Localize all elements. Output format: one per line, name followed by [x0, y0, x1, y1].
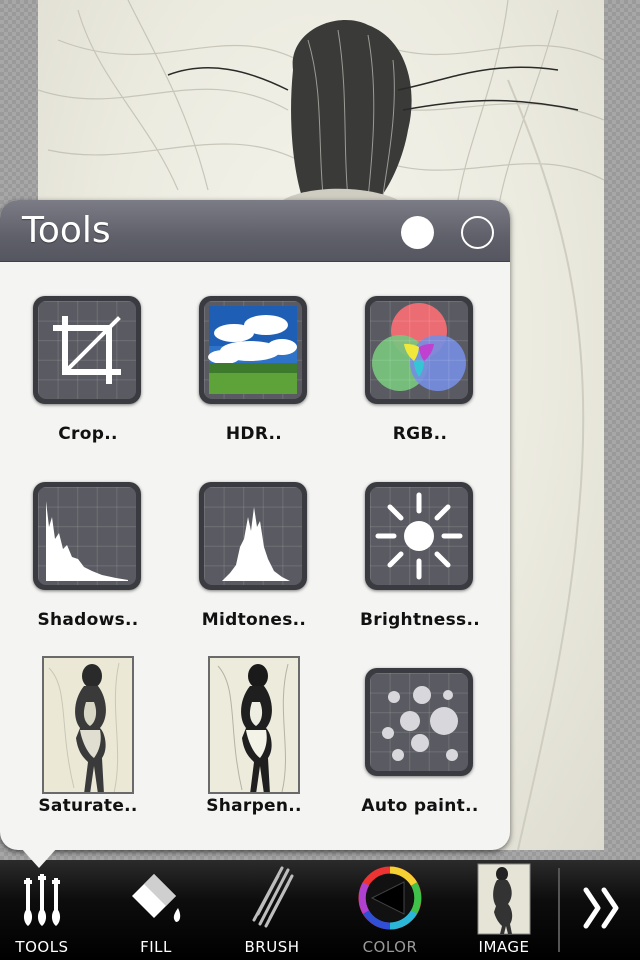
toolbar-brush[interactable]: BRUSH [230, 860, 314, 960]
toolbar-fill[interactable]: FILL [114, 860, 198, 960]
color-wheel-icon [358, 866, 422, 930]
brush-icon [252, 866, 294, 928]
tool-saturate[interactable]: Saturate.. [0, 656, 168, 848]
tool-rgb[interactable]: RGB.. [332, 296, 500, 476]
saturate-thumbnail [42, 656, 134, 794]
midtones-histogram-icon [199, 482, 307, 590]
popup-pointer [21, 848, 57, 868]
tool-shadows[interactable]: Shadows.. [0, 482, 168, 662]
image-thumbnail [477, 863, 531, 935]
sun-icon [365, 482, 473, 590]
tool-sharpen[interactable]: Sharpen.. [166, 656, 334, 848]
tool-label-hdr: HDR.. [225, 424, 283, 444]
tool-label-brightness: Brightness.. [360, 610, 480, 630]
tool-label-shadows: Shadows.. [37, 610, 139, 630]
toolbar-separator [558, 868, 560, 952]
tool-label-midtones: Midtones.. [201, 610, 307, 630]
popup-header: Tools [0, 200, 510, 262]
toolbar-color[interactable]: COLOR [348, 860, 432, 960]
toolbar-label-image: IMAGE [478, 938, 530, 956]
tool-label-saturate: Saturate.. [38, 796, 138, 816]
page-indicator-dot-2[interactable] [461, 216, 494, 249]
tools-popup: Tools Crop.. HDR.. RGB.. Shadows.. Midto… [0, 200, 510, 850]
tool-label-rgb: RGB.. [392, 424, 448, 444]
fill-bucket-icon [132, 874, 181, 922]
tool-crop[interactable]: Crop.. [0, 296, 168, 476]
toolbar-label-fill: FILL [140, 938, 172, 956]
tool-hdr[interactable]: HDR.. [166, 296, 334, 476]
toolbar-image[interactable]: IMAGE [462, 860, 546, 960]
rgb-circles-icon [365, 296, 473, 404]
shadows-histogram-icon [33, 482, 141, 590]
tool-label-sharpen: Sharpen.. [206, 796, 302, 816]
auto-paint-dots-icon [365, 668, 473, 776]
crop-icon [33, 296, 141, 404]
popup-title: Tools [22, 210, 111, 251]
tool-auto-paint[interactable]: Auto paint.. [332, 668, 500, 848]
tool-label-auto-paint: Auto paint.. [361, 796, 479, 816]
page-indicator-dot-1[interactable] [401, 216, 434, 249]
toolbar-label-tools: TOOLS [15, 938, 69, 956]
toolbar-tools[interactable]: TOOLS [0, 860, 84, 960]
toolbar-label-color: COLOR [362, 938, 418, 956]
tool-midtones[interactable]: Midtones.. [166, 482, 334, 662]
bottom-toolbar: TOOLS FILL BRUSH COLOR IMAGE [0, 860, 640, 960]
hdr-landscape-icon [199, 296, 307, 404]
tools-brushes-icon [23, 874, 61, 926]
sharpen-thumbnail [208, 656, 300, 794]
next-chevrons-icon[interactable] [578, 878, 628, 938]
toolbar-label-brush: BRUSH [244, 938, 300, 956]
tool-brightness[interactable]: Brightness.. [332, 482, 500, 662]
tool-label-crop: Crop.. [58, 424, 118, 444]
